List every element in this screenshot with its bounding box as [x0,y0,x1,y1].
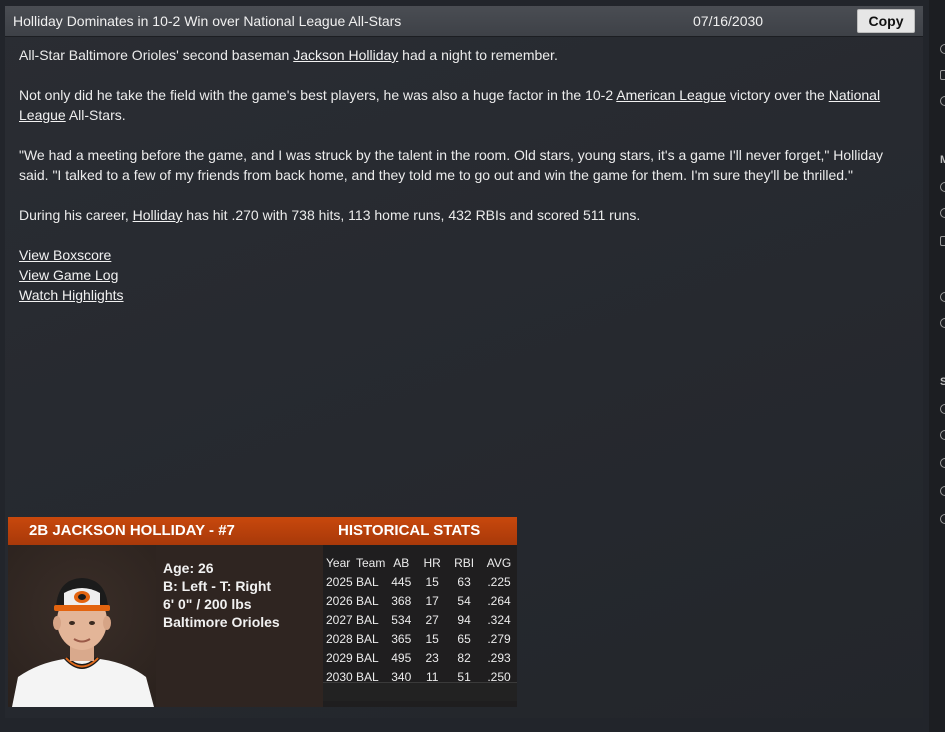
sidebar-radio-icon[interactable] [940,96,945,106]
paragraph-text: had a night to remember. [398,47,558,63]
stats-table-footer [323,682,517,701]
paragraph-text: victory over the [726,87,829,103]
column-header-rbi[interactable]: RBI [447,553,481,572]
cell-avg: .293 [487,650,511,665]
table-row: 2026 BAL 368 17 54 .264 [323,591,517,610]
historical-stats-title: HISTORICAL STATS [338,522,481,539]
right-sidebar-edge: M S [929,0,945,732]
sidebar-section-letter: S [940,376,945,388]
stats-header-row: Year Team AB HR RBI AVG [323,553,517,572]
cell-ab: 495 [391,650,412,665]
cell-hr: 17 [425,593,439,608]
league-link-american-league[interactable]: American League [616,87,726,103]
column-header-ab[interactable]: AB [385,553,417,572]
table-row: 2027 BAL 534 27 94 .324 [323,610,517,629]
cell-hr: 15 [425,574,439,589]
cell-year: 2025 [326,574,353,589]
column-header-hr[interactable]: HR [417,553,447,572]
cell-year: 2027 [326,612,353,627]
paragraph-text: All-Stars. [65,107,126,123]
cell-avg: .264 [487,593,511,608]
cell-rbi: 82 [457,650,471,665]
player-height-weight: 6' 0" / 200 lbs [163,596,252,612]
cell-ab: 365 [391,631,412,646]
cell-avg: .225 [487,574,511,589]
player-link-holliday[interactable]: Holliday [133,207,183,223]
sidebar-radio-icon[interactable] [940,430,945,440]
paragraph-text: Not only did he take the field with the … [19,87,617,103]
sidebar-radio-icon[interactable] [940,292,945,302]
article-title-bar: Holliday Dominates in 10-2 Win over Nati… [5,6,923,37]
cell-year: 2026 [326,593,353,608]
article-body: All-Star Baltimore Orioles' second basem… [19,45,909,305]
cell-team: BAL [355,574,379,589]
cell-team: BAL [355,631,379,646]
sidebar-close-icon[interactable] [940,124,945,134]
paragraph-text: All-Star Baltimore Orioles' second basem… [19,47,294,63]
paragraph-text: During his career, [19,207,133,223]
sidebar-section-letter: M [940,154,945,166]
sidebar-radio-icon[interactable] [940,208,945,218]
paragraph-4: During his career, Holliday has hit .270… [19,205,909,225]
table-row: 2029 BAL 495 23 82 .293 [323,648,517,667]
player-photo [8,545,156,707]
sidebar-radio-icon[interactable] [940,514,945,524]
player-portrait-icon [12,578,154,707]
sidebar-close-icon[interactable] [940,346,945,356]
sidebar-checkbox-icon[interactable] [940,70,945,80]
cell-team: BAL [355,593,379,608]
cell-team: BAL [355,612,379,627]
paragraph-1: All-Star Baltimore Orioles' second basem… [19,45,909,65]
player-bats-throws: B: Left - T: Right [163,578,272,594]
cell-ab: 534 [391,612,412,627]
article-headline: Holliday Dominates in 10-2 Win over Nati… [13,13,402,29]
player-card-header: 2B JACKSON HOLLIDAY - #7 HISTORICAL STAT… [8,517,517,545]
cell-avg: .279 [487,631,511,646]
cell-ab: 368 [391,593,412,608]
cell-rbi: 54 [457,593,471,608]
watch-highlights-link[interactable]: Watch Highlights [19,287,124,303]
player-bio: Age: 26 B: Left - T: Right 6' 0" / 200 l… [163,559,280,631]
cell-ab: 445 [391,574,412,589]
cell-hr: 23 [425,650,439,665]
player-card: Age: 26 B: Left - T: Right 6' 0" / 200 l… [8,545,517,707]
sidebar-radio-icon[interactable] [940,318,945,328]
cell-year: 2028 [326,631,353,646]
cell-avg: .324 [487,612,511,627]
sidebar-radio-icon[interactable] [940,404,945,414]
paragraph-3: "We had a meeting before the game, and I… [19,147,884,183]
cell-rbi: 63 [457,574,471,589]
player-team: Baltimore Orioles [163,614,280,630]
article-date: 07/16/2030 [693,13,764,29]
cell-rbi: 65 [457,631,471,646]
player-link-jackson-holliday[interactable]: Jackson Holliday [293,47,398,63]
table-row: 2025 BAL 445 15 63 .225 [323,572,517,591]
view-game-log-link[interactable]: View Game Log [19,267,118,283]
player-card-title: 2B JACKSON HOLLIDAY - #7 [29,522,235,539]
cell-team: BAL [355,650,379,665]
cell-hr: 15 [425,631,439,646]
cell-year: 2029 [326,650,353,665]
sidebar-radio-icon[interactable] [940,486,945,496]
sidebar-radio-icon[interactable] [940,458,945,468]
sidebar-radio-icon[interactable] [940,44,945,54]
news-article-panel: Holliday Dominates in 10-2 Win over Nati… [5,6,923,718]
cell-hr: 27 [425,612,439,627]
sidebar-radio-icon[interactable] [940,182,945,192]
player-age: Age: 26 [163,560,214,576]
cell-rbi: 94 [457,612,471,627]
sidebar-checkbox-icon[interactable] [940,236,945,246]
column-header-year[interactable]: Year [323,553,356,572]
paragraph-2: Not only did he take the field with the … [19,85,909,125]
view-boxscore-link[interactable]: View Boxscore [19,247,111,263]
article-links: View Boxscore View Game Log Watch Highli… [19,245,909,305]
historical-stats-table: Year Team AB HR RBI AVG 2025 BAL 445 15 [323,545,517,707]
paragraph-text: has hit .270 with 738 hits, 113 home run… [182,207,641,223]
copy-button[interactable]: Copy [857,9,915,33]
column-header-avg[interactable]: AVG [481,553,517,572]
table-row: 2028 BAL 365 15 65 .279 [323,629,517,648]
column-header-team[interactable]: Team [356,553,385,572]
